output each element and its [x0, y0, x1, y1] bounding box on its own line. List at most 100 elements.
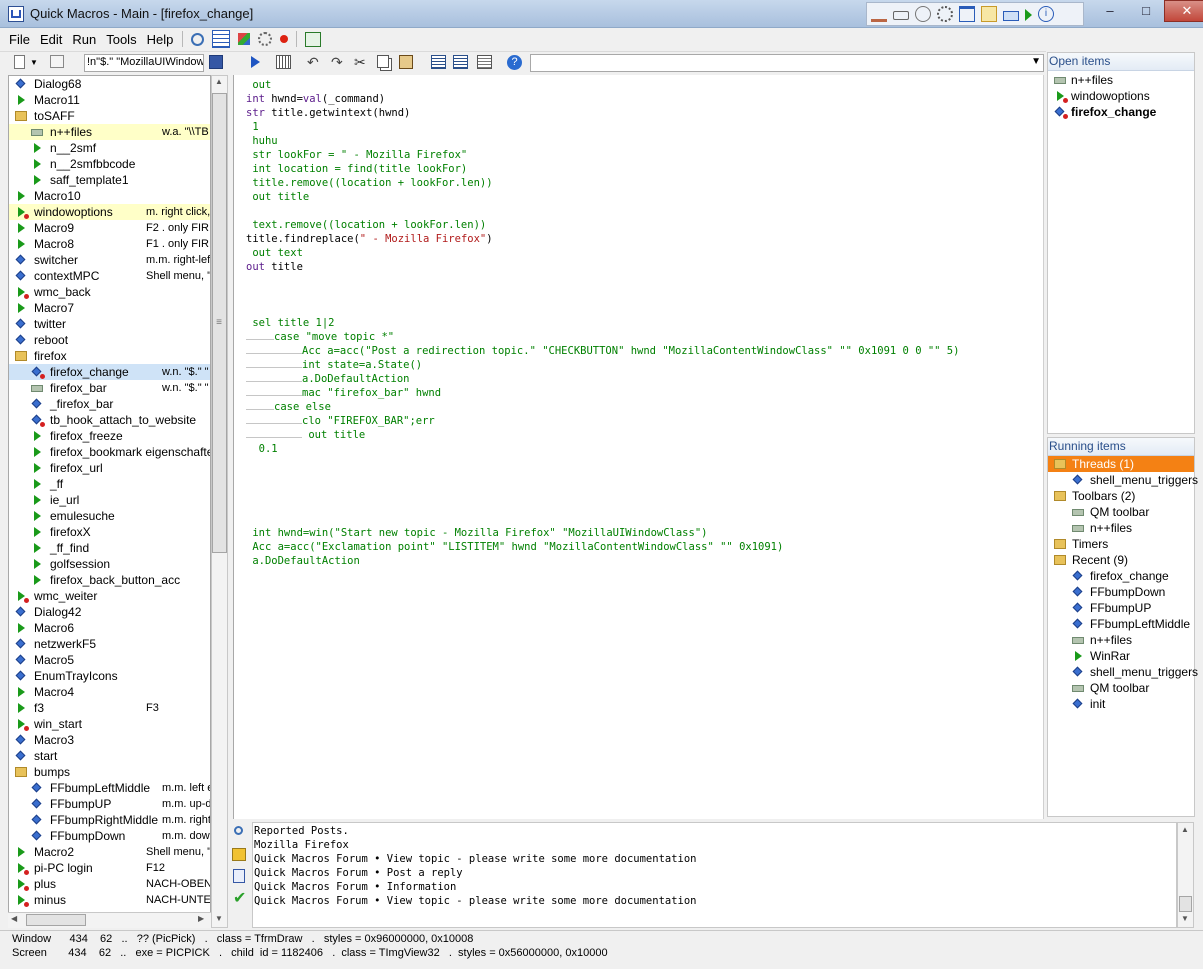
dropdown-arrow-icon[interactable]: ▼	[30, 58, 38, 67]
tree-item[interactable]: Macro2 Shell menu, "	[9, 844, 210, 860]
output-scrollbar[interactable]	[1177, 822, 1194, 928]
grid-icon[interactable]	[212, 30, 231, 48]
menu-file[interactable]: File	[4, 32, 35, 47]
chevron-down-icon[interactable]: ▼	[1031, 56, 1041, 67]
tree-item[interactable]: win_start	[9, 716, 210, 732]
tree-item[interactable]: FFbumpLeftMiddle m.m. left e	[9, 780, 210, 796]
running-item[interactable]: FFbumpLeftMiddle	[1048, 616, 1194, 632]
tree-item[interactable]: Macro9 F2 . only FIR	[9, 220, 210, 236]
tree-item[interactable]: toSAFF	[9, 108, 210, 124]
splitter-grip[interactable]: ≡	[213, 318, 225, 328]
running-item[interactable]: Recent (9)	[1048, 552, 1194, 568]
tree-item[interactable]: firefox	[9, 348, 210, 364]
output-scroll-up-icon[interactable]: ▲	[1181, 825, 1189, 834]
running-item[interactable]: shell_menu_triggers	[1048, 472, 1198, 488]
indent-icon[interactable]	[431, 55, 446, 69]
cut-icon[interactable]: ✂	[354, 54, 366, 71]
tree-item[interactable]: firefox_bar w.n. "$." "	[9, 380, 210, 396]
running-item[interactable]: FFbumpUP	[1048, 600, 1194, 616]
tree-item[interactable]: firefox_change w.n. "$." "	[9, 364, 210, 380]
tree-item[interactable]: tb_hook_attach_to_website	[9, 412, 210, 428]
running-item[interactable]: QM toolbar	[1048, 680, 1194, 696]
scroll-down-icon[interactable]: ▼	[215, 914, 223, 923]
tree-item[interactable]: switcher m.m. right-left,	[9, 252, 210, 268]
menu-run[interactable]: Run	[67, 32, 101, 47]
tree-item[interactable]: _ff	[9, 476, 210, 492]
scroll-left-icon[interactable]: ◀	[11, 914, 17, 923]
running-item[interactable]: QM toolbar	[1048, 504, 1194, 520]
tree-item[interactable]: Macro7	[9, 300, 210, 316]
comment-icon[interactable]	[477, 55, 492, 69]
tree-horizontal-thumb[interactable]	[26, 914, 86, 926]
tree-item[interactable]: _ff_find	[9, 540, 210, 556]
run-macro-icon[interactable]	[251, 56, 260, 68]
options-icon[interactable]	[258, 32, 273, 46]
running-item[interactable]: Toolbars (2)	[1048, 488, 1194, 504]
tree-item[interactable]: Macro6	[9, 620, 210, 636]
tree-item[interactable]: windowoptions m. right click,	[9, 204, 210, 220]
document-icon[interactable]	[233, 869, 245, 883]
tree-item[interactable]: firefox_freeze	[9, 428, 210, 444]
new-item-icon[interactable]	[305, 31, 322, 47]
code-editor[interactable]: out int hwnd=val(_command) str title.getwi…	[244, 75, 1044, 819]
tree-item[interactable]: FFbumpDown m.m. dowr	[9, 828, 210, 844]
tree-item[interactable]: twitter	[9, 316, 210, 332]
clock-icon[interactable]	[915, 6, 931, 22]
properties-icon[interactable]	[50, 55, 64, 68]
tree-item[interactable]: saff_template1	[9, 172, 210, 188]
tree-item[interactable]: Macro8 F1 . only FIR	[9, 236, 210, 252]
tree-item[interactable]: wmc_weiter	[9, 588, 210, 604]
window-icon[interactable]	[959, 6, 975, 22]
menu-help[interactable]: Help	[142, 32, 179, 47]
maximize-button[interactable]: □	[1128, 0, 1164, 20]
running-item[interactable]: n++files	[1048, 520, 1194, 536]
open-item[interactable]: n++files	[1048, 72, 1194, 88]
open-item[interactable]: windowoptions	[1048, 88, 1194, 104]
find-window-icon[interactable]	[981, 6, 997, 22]
tree-item[interactable]: f3 F3	[9, 700, 210, 716]
tree-item[interactable]: n++files w.a. "\\TB	[9, 124, 210, 140]
tree-item[interactable]: FFbumpRightMiddle m.m. right	[9, 812, 210, 828]
tree-item[interactable]: Macro3	[9, 732, 210, 748]
info-icon[interactable]: i	[1038, 6, 1054, 22]
tree-item[interactable]: start	[9, 748, 210, 764]
undo-icon[interactable]: ↶	[307, 54, 319, 71]
running-item[interactable]: FFbumpDown	[1048, 584, 1194, 600]
running-item[interactable]: Timers	[1048, 536, 1194, 552]
tree-item[interactable]: golfsession	[9, 556, 210, 572]
record-icon[interactable]	[1003, 10, 1019, 21]
compile-icon[interactable]	[276, 55, 291, 69]
running-item[interactable]: WinRar	[1048, 648, 1194, 664]
redo-icon[interactable]: ↷	[331, 54, 343, 71]
warning-icon[interactable]	[232, 848, 246, 861]
tree-item[interactable]: n__2smfbbcode	[9, 156, 210, 172]
command-input[interactable]: !n"$." "MozillaUIWindowCla	[84, 54, 204, 72]
tree-item[interactable]: Macro11	[9, 92, 210, 108]
tree-item[interactable]: firefox_bookmark eigenschaften	[9, 444, 210, 460]
close-button[interactable]: ✕	[1164, 0, 1203, 22]
check-icon[interactable]: ✔	[233, 888, 246, 908]
output-panel[interactable]: Reported Posts. Mozilla Firefox Quick Macr…	[252, 822, 1177, 928]
minimize-button[interactable]: –	[1092, 0, 1128, 20]
scroll-up-icon[interactable]: ▲	[215, 77, 223, 86]
running-item[interactable]: init	[1048, 696, 1194, 712]
keyboard-icon[interactable]	[893, 11, 909, 20]
tree-item[interactable]: pi-PC login F12	[9, 860, 210, 876]
open-item[interactable]: firefox_change	[1048, 104, 1194, 120]
tree-item[interactable]: bumps	[9, 764, 210, 780]
tree-item[interactable]: contextMPC Shell menu, "	[9, 268, 210, 284]
tree-item[interactable]: Macro4	[9, 684, 210, 700]
running-item[interactable]: n++files	[1048, 632, 1194, 648]
scroll-right-icon[interactable]: ▶	[198, 914, 204, 923]
tree-item[interactable]: netzwerkF5	[9, 636, 210, 652]
tree-item[interactable]: Dialog68	[9, 76, 210, 92]
tree-item[interactable]: reboot	[9, 332, 210, 348]
menu-tools[interactable]: Tools	[101, 32, 141, 47]
find-combo[interactable]: ▼	[530, 54, 1044, 72]
output-scroll-down-icon[interactable]: ▼	[1181, 914, 1189, 923]
tree-item[interactable]: _firefox_bar	[9, 396, 210, 412]
tree-item[interactable]: plus NACH-OBEN	[9, 876, 210, 892]
tools-icon[interactable]	[238, 33, 251, 45]
tree-item[interactable]: minus NACH-UNTE	[9, 892, 210, 908]
tree-item[interactable]: firefoxX	[9, 524, 210, 540]
